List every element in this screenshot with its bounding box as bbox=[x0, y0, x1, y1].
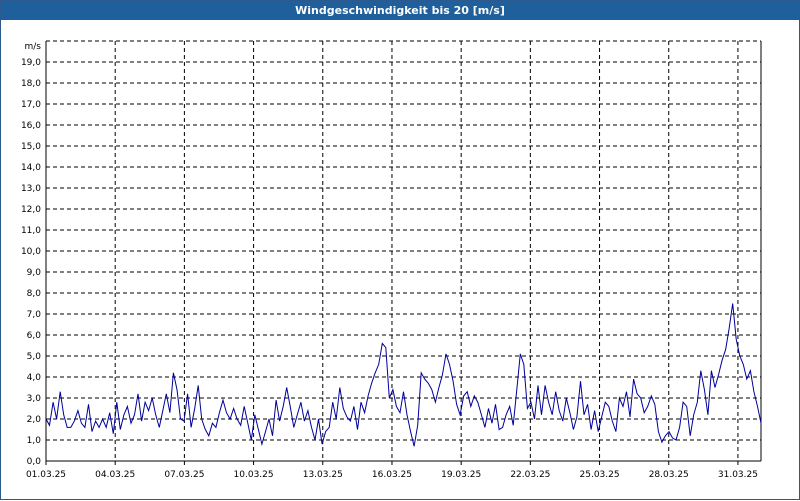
y-tick-label: 1,0 bbox=[27, 436, 42, 446]
x-tick-label: 16.03.25 bbox=[372, 470, 412, 480]
wind-speed-line bbox=[45, 303, 762, 447]
y-tick-label: 12,0 bbox=[21, 205, 41, 215]
y-tick-label: 0,0 bbox=[27, 457, 42, 467]
labels-layer: 0,0 1,0 2,0 3,0 4,0 5,0 6,0 7,0 8,0 9,0 10,0 11,0 12… bbox=[21, 42, 758, 480]
series-layer bbox=[45, 303, 762, 447]
y-tick-label: 19,0 bbox=[21, 58, 41, 68]
y-tick-label: 10,0 bbox=[21, 247, 41, 257]
x-tick-label: 04.03.25 bbox=[95, 470, 135, 480]
x-tick-label: 10.03.25 bbox=[234, 470, 274, 480]
x-tick-label: 31.03.25 bbox=[718, 470, 758, 480]
y-tick-label: 18,0 bbox=[21, 79, 41, 89]
y-tick-label: 16,0 bbox=[21, 121, 41, 131]
y-tick-label: 17,0 bbox=[21, 100, 41, 110]
y-tick-label: 4,0 bbox=[27, 373, 42, 383]
y-tick-label: 13,0 bbox=[21, 184, 41, 194]
x-tick-label: 22.03.25 bbox=[510, 470, 550, 480]
grid-layer bbox=[46, 40, 761, 461]
y-tick-label: 8,0 bbox=[27, 289, 42, 299]
x-tick-label: 01.03.25 bbox=[26, 470, 66, 480]
x-tick-label: 13.03.25 bbox=[303, 470, 343, 480]
x-tick-label: 19.03.25 bbox=[441, 470, 481, 480]
y-tick-label: 5,0 bbox=[27, 352, 42, 362]
x-tick-label: 25.03.25 bbox=[580, 470, 620, 480]
y-tick-label: 15,0 bbox=[21, 142, 41, 152]
y-tick-label: 7,0 bbox=[27, 310, 42, 320]
x-tick-label: 07.03.25 bbox=[164, 470, 204, 480]
y-axis-label: m/s bbox=[25, 42, 42, 52]
y-tick-label: 3,0 bbox=[27, 394, 42, 404]
wind-speed-chart: 0,0 1,0 2,0 3,0 4,0 5,0 6,0 7,0 8,0 9,0 10,0 11,0 12… bbox=[21, 40, 762, 480]
y-tick-label: 9,0 bbox=[27, 268, 42, 278]
y-tick-label: 2,0 bbox=[27, 415, 42, 425]
x-tick-label: 28.03.25 bbox=[649, 470, 689, 480]
y-tick-label: 11,0 bbox=[21, 226, 41, 236]
y-tick-label: 6,0 bbox=[27, 331, 42, 341]
y-tick-label: 14,0 bbox=[21, 163, 41, 173]
chart-window: Windgeschwindigkeit bis 20 [m/s] 0,0 1,0 2… bbox=[0, 0, 800, 500]
